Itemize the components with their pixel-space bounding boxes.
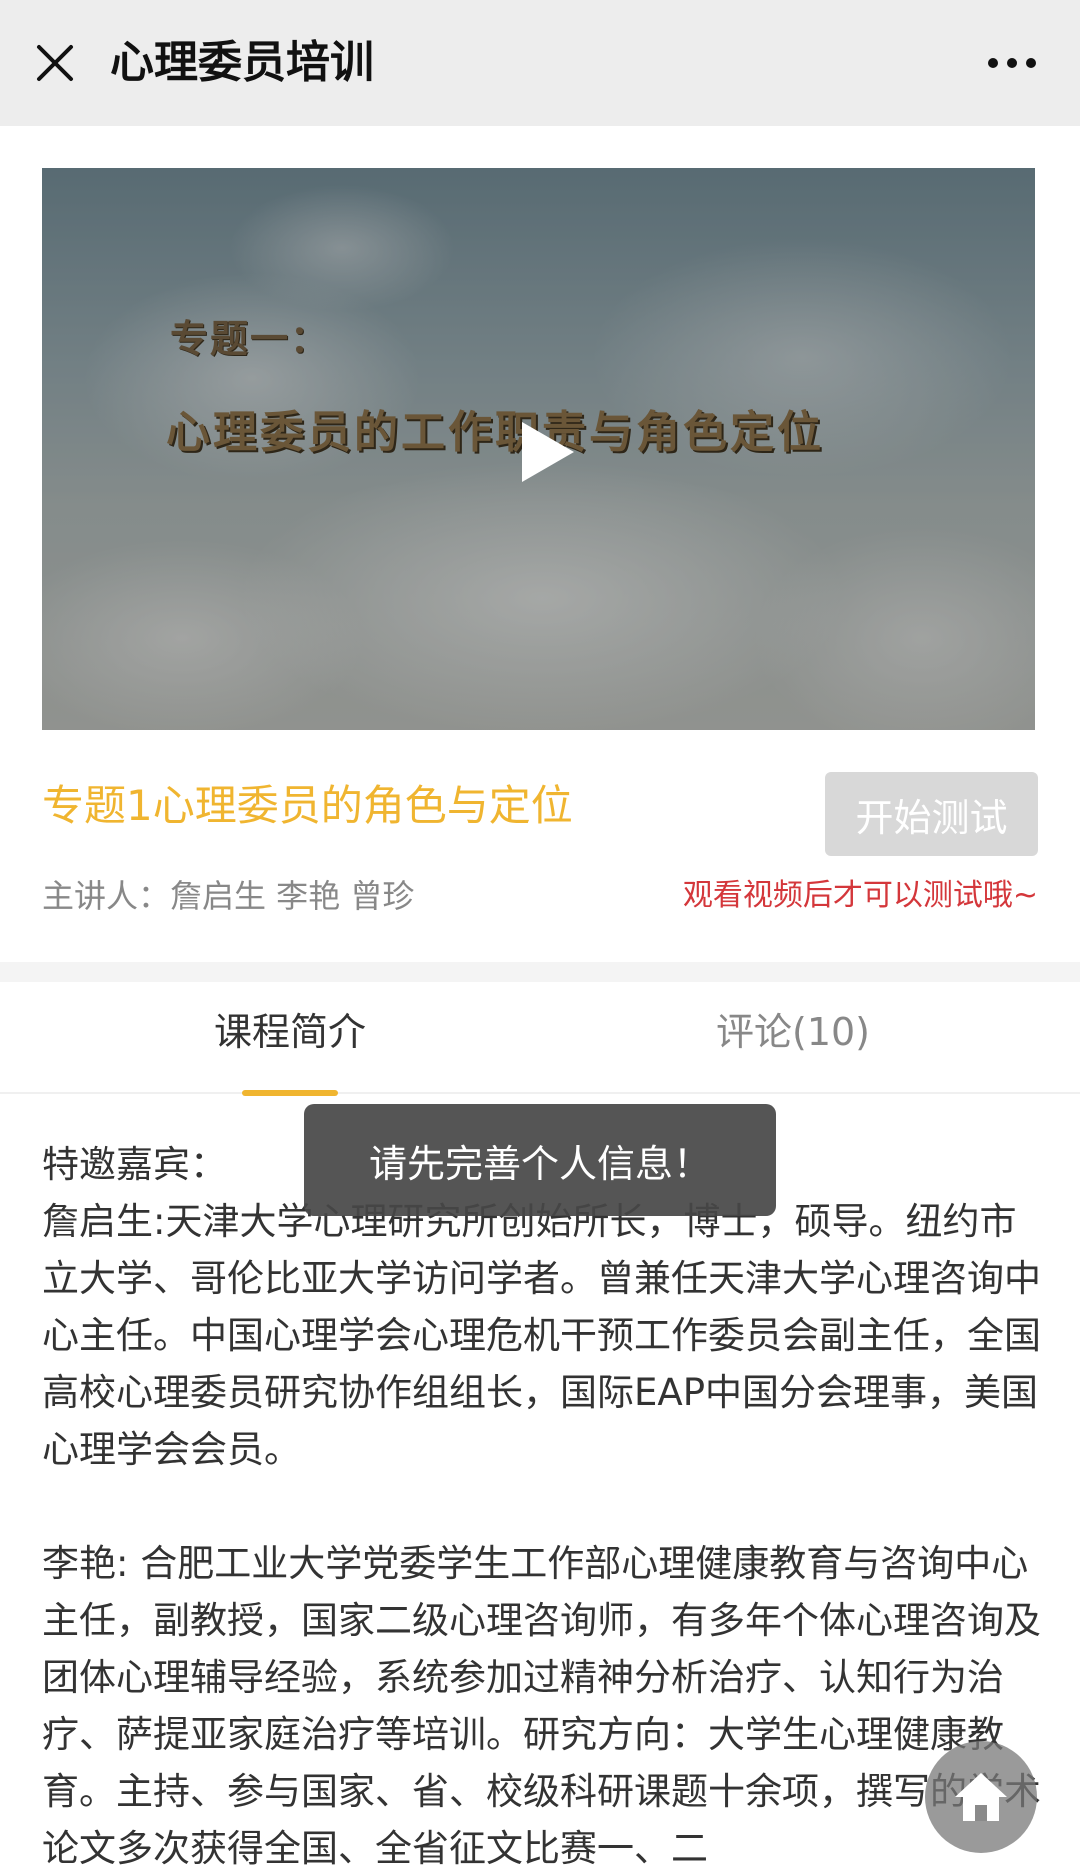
active-tab-indicator: [242, 1090, 338, 1096]
play-icon[interactable]: [504, 412, 584, 492]
course-title: 专题1心理委员的角色与定位: [42, 781, 573, 830]
video-player[interactable]: 专题一： 心理委员的工作职责与角色定位: [42, 168, 1035, 730]
video-subtitle: 专题一：: [170, 317, 331, 361]
test-notice: 观看视频后才可以测试哦~: [682, 878, 1038, 913]
section-divider: [0, 962, 1080, 982]
intro-paragraph: 李艳: 合肥工业大学党委学生工作部心理健康教育与咨询中心主任，副教授，国家二级心…: [42, 1542, 1041, 1870]
intro-paragraph: 詹启生:天津大学心理研究所创始所长，博士，硕导。纽约市立大学、哥伦比亚大学访问学…: [42, 1200, 1041, 1471]
tab-bar: 课程简介 评论(10): [0, 982, 1080, 1094]
start-test-button[interactable]: 开始测试: [825, 772, 1038, 856]
page-title: 心理委员培训: [110, 37, 374, 88]
lecturer-info: 主讲人：詹启生 李艳 曾珍: [42, 877, 415, 915]
tab-course-intro[interactable]: 课程简介: [214, 982, 366, 1092]
course-intro-content: 特邀嘉宾： 詹启生:天津大学心理研究所创始所长，博士，硕导。纽约市立大学、哥伦比…: [42, 1136, 1042, 1871]
more-dots-icon[interactable]: [972, 30, 1052, 96]
toast-message: 请先完善个人信息！: [304, 1104, 776, 1216]
close-icon[interactable]: [28, 30, 82, 96]
top-navbar: 心理委员培训: [0, 0, 1080, 126]
video-headline: 心理委员的工作职责与角色定位: [166, 407, 824, 458]
home-icon[interactable]: [925, 1741, 1037, 1853]
tab-comments[interactable]: 评论(10): [716, 982, 870, 1092]
